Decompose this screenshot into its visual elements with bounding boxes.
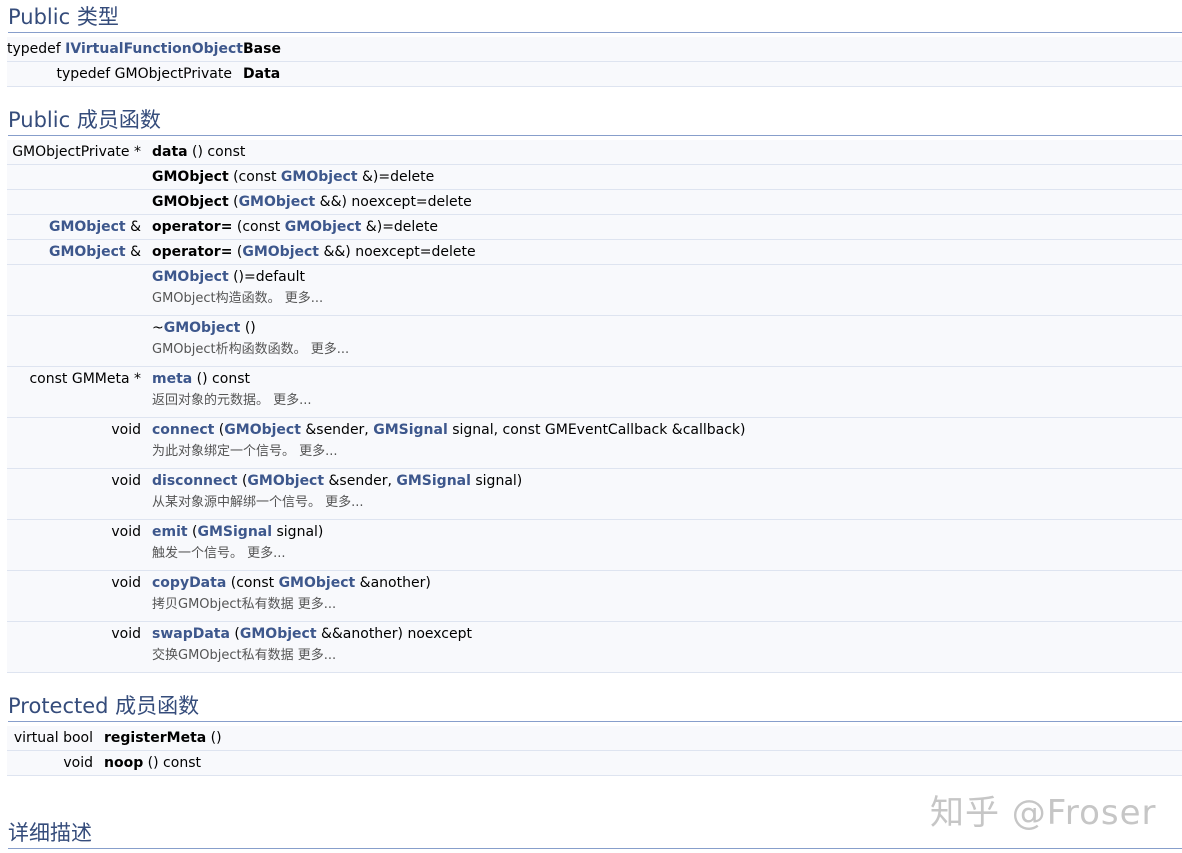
type-link[interactable]: GMObject <box>247 473 324 489</box>
member-signature: noop () const <box>104 755 201 771</box>
return-type: GMObject & <box>48 244 141 260</box>
more-link[interactable]: 更多... <box>298 597 336 612</box>
member-row: void connect (GMObject &sender, GMSignal… <box>7 418 1182 469</box>
member-signature: operator= (const GMObject &)=delete <box>152 219 439 235</box>
member-row: void swapData (GMObject &&another) noexc… <box>7 622 1182 673</box>
protected-functions-table: virtual bool registerMeta () void noop (… <box>7 726 1182 776</box>
member-signature: copyData (const GMObject &another) <box>152 575 431 591</box>
type-link[interactable]: GMObject <box>224 422 301 438</box>
more-link[interactable]: 更多... <box>299 444 337 459</box>
return-type: void <box>63 755 93 771</box>
member-brief: 返回对象的元数据。 更多... <box>152 393 312 408</box>
return-type: GMObject & <box>48 219 141 235</box>
type-link[interactable]: GMObject <box>49 244 126 260</box>
member-brief: GMObject析构函数函数。 更多... <box>152 342 350 357</box>
return-type: void <box>111 626 141 642</box>
member-row: void noop () const <box>7 751 1182 776</box>
more-link[interactable]: 更多... <box>311 342 349 357</box>
type-link[interactable]: GMObject <box>240 626 317 642</box>
more-link[interactable]: 更多... <box>247 546 285 561</box>
member-type: typedef IVirtualFunctionObject <box>7 41 243 57</box>
member-signature: meta () const <box>152 371 250 387</box>
more-link[interactable]: 更多... <box>298 648 336 663</box>
member-row: GMObject & operator= (const GMObject &)=… <box>7 215 1182 240</box>
member-signature: GMObject (const GMObject &)=delete <box>152 169 435 185</box>
type-link[interactable]: GMSignal <box>396 473 471 489</box>
type-link[interactable]: GMSignal <box>198 524 273 540</box>
member-row: GMObject (GMObject &&) noexcept=delete <box>7 190 1182 215</box>
public-types-table: typedef IVirtualFunctionObject Base type… <box>7 37 1182 87</box>
member-row: ~GMObject () GMObject析构函数函数。 更多... <box>7 316 1182 367</box>
return-type: void <box>111 422 141 438</box>
public-functions-table: GMObjectPrivate * data () const GMObject… <box>7 140 1182 673</box>
member-signature: operator= (GMObject &&) noexcept=delete <box>152 244 476 260</box>
member-row: GMObject (const GMObject &)=delete <box>7 165 1182 190</box>
member-row: void copyData (const GMObject &another) … <box>7 571 1182 622</box>
member-row: GMObject ()=default GMObject构造函数。 更多... <box>7 265 1182 316</box>
member-signature: registerMeta () <box>104 730 222 746</box>
member-signature: connect (GMObject &sender, GMSignal sign… <box>152 422 746 438</box>
member-link[interactable]: connect <box>152 422 214 438</box>
return-type: virtual bool <box>13 730 93 746</box>
member-row: GMObject & operator= (GMObject &&) noexc… <box>7 240 1182 265</box>
member-row: GMObjectPrivate * data () const <box>7 140 1182 165</box>
member-brief: 从某对象源中解绑一个信号。 更多... <box>152 495 364 510</box>
member-signature: GMObject ()=default <box>152 269 306 285</box>
return-type: GMObjectPrivate * <box>12 144 141 160</box>
type-link[interactable]: GMObject <box>239 194 316 210</box>
section-heading-public-functions: Public 成员函数 <box>8 107 1182 136</box>
return-type: void <box>111 575 141 591</box>
member-signature: ~GMObject () <box>152 320 256 336</box>
type-link[interactable]: GMObject <box>281 169 358 185</box>
member-link[interactable]: swapData <box>152 626 230 642</box>
section-heading-detailed: 详细描述 <box>8 820 1182 849</box>
member-link[interactable]: emit <box>152 524 188 540</box>
member-link[interactable]: GMObject <box>164 320 241 336</box>
member-type: typedef GMObjectPrivate <box>56 66 233 82</box>
more-link[interactable]: 更多... <box>273 393 311 408</box>
member-link[interactable]: GMObject <box>152 269 229 285</box>
member-brief: 交换GMObject私有数据 更多... <box>152 648 337 663</box>
member-name: Base <box>243 41 281 57</box>
section-heading-public-types: Public 类型 <box>8 4 1182 33</box>
type-link[interactable]: IVirtualFunctionObject <box>65 41 243 57</box>
member-link[interactable]: meta <box>152 371 192 387</box>
member-row: typedef IVirtualFunctionObject Base <box>7 37 1182 62</box>
type-link[interactable]: GMObject <box>285 219 362 235</box>
member-row: const GMMeta * meta () const 返回对象的元数据。 更… <box>7 367 1182 418</box>
return-type: const GMMeta * <box>29 371 141 387</box>
member-brief: 触发一个信号。 更多... <box>152 546 286 561</box>
member-link[interactable]: copyData <box>152 575 226 591</box>
type-link[interactable]: GMObject <box>242 244 319 260</box>
more-link[interactable]: 更多... <box>325 495 363 510</box>
member-signature: emit (GMSignal signal) <box>152 524 324 540</box>
member-brief: GMObject构造函数。 更多... <box>152 291 324 306</box>
return-type: void <box>111 524 141 540</box>
member-name: Data <box>243 66 281 82</box>
member-row: typedef GMObjectPrivate Data <box>7 62 1182 87</box>
member-signature: disconnect (GMObject &sender, GMSignal s… <box>152 473 523 489</box>
member-row: virtual bool registerMeta () <box>7 726 1182 751</box>
member-row: void disconnect (GMObject &sender, GMSig… <box>7 469 1182 520</box>
member-brief: 拷贝GMObject私有数据 更多... <box>152 597 337 612</box>
member-signature: swapData (GMObject &&another) noexcept <box>152 626 472 642</box>
more-link[interactable]: 更多... <box>285 291 323 306</box>
type-link[interactable]: GMObject <box>49 219 126 235</box>
member-brief: 为此对象绑定一个信号。 更多... <box>152 444 338 459</box>
member-signature: GMObject (GMObject &&) noexcept=delete <box>152 194 472 210</box>
type-link[interactable]: GMObject <box>279 575 356 591</box>
member-signature: data () const <box>152 144 246 160</box>
type-link[interactable]: GMSignal <box>373 422 448 438</box>
member-link[interactable]: disconnect <box>152 473 238 489</box>
section-heading-protected-functions: Protected 成员函数 <box>8 693 1182 722</box>
return-type: void <box>111 473 141 489</box>
member-row: void emit (GMSignal signal) 触发一个信号。 更多..… <box>7 520 1182 571</box>
